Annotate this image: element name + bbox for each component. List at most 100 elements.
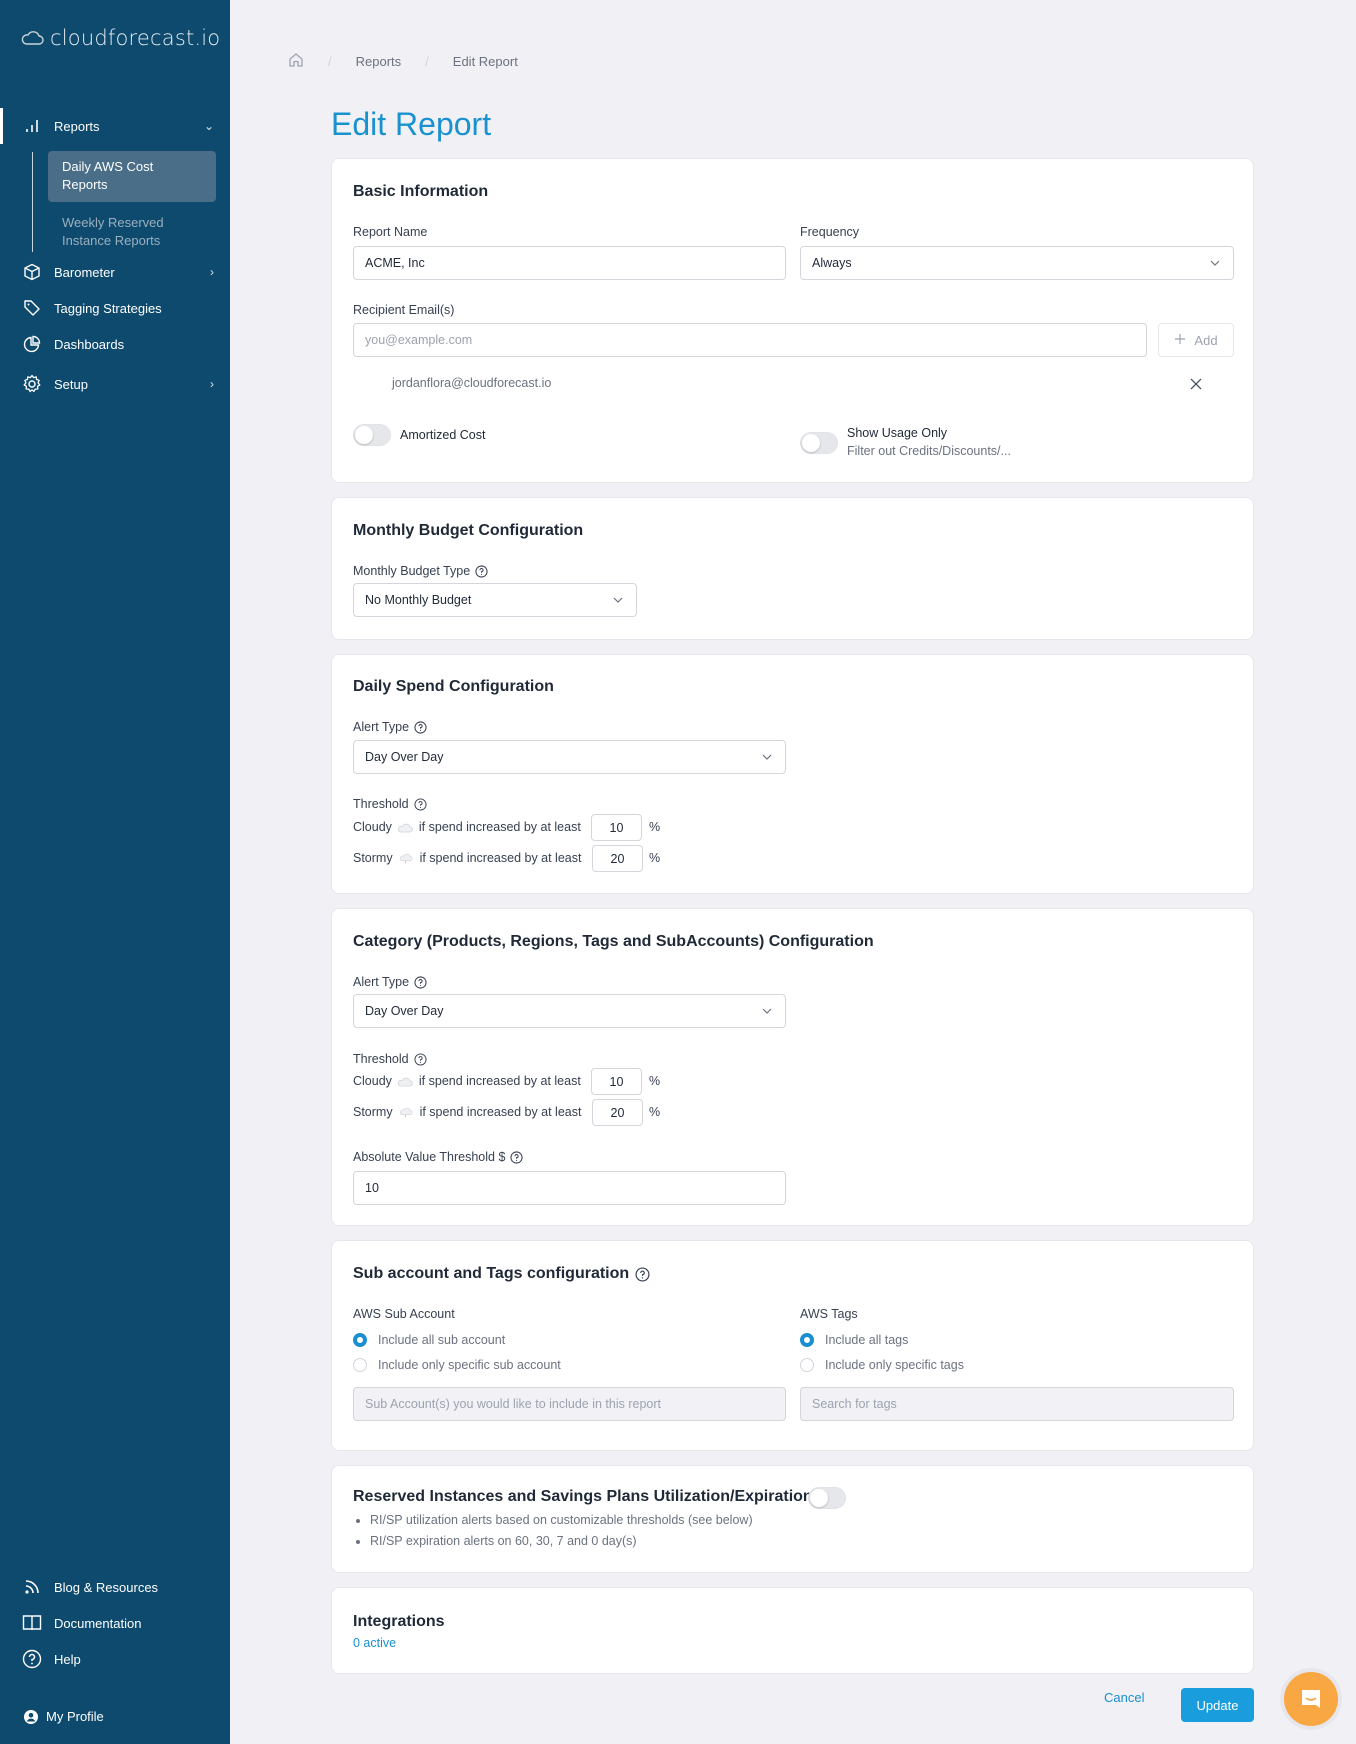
stormy-threshold-text: Stormy if spend increased by at least <box>353 1105 581 1119</box>
percent-unit: % <box>649 1105 661 1119</box>
card-title: Daily Spend Configuration <box>353 678 554 695</box>
alert-type-label: Alert Type <box>353 975 427 989</box>
radio-include-all-sub-account[interactable] <box>353 1333 367 1347</box>
label-text: Alert Type <box>353 975 410 989</box>
monthly-budget-type-select[interactable]: No Monthly Budget <box>353 583 637 617</box>
sidebar-subitem-daily-aws-cost-reports[interactable]: Daily AWS Cost Reports <box>48 151 216 202</box>
radio-label: Include all tags <box>825 1333 909 1347</box>
tag-icon <box>22 298 42 318</box>
sidebar-item-label: Dashboards <box>54 336 125 352</box>
amortized-cost-toggle[interactable] <box>353 424 391 446</box>
chevron-right-icon: › <box>210 265 214 279</box>
help-icon[interactable] <box>414 975 427 989</box>
add-recipient-button[interactable]: Add <box>1158 323 1234 357</box>
card-title: Sub account and Tags configuration <box>353 1265 650 1283</box>
submenu-line <box>32 152 33 252</box>
percent-unit: % <box>649 851 661 865</box>
category-configuration-card: Category (Products, Regions, Tags and Su… <box>331 908 1254 1226</box>
storm-cloud-icon <box>400 853 413 864</box>
amortized-cost-label: Amortized Cost <box>400 428 486 442</box>
label-text: Absolute Value Threshold $ <box>353 1150 506 1164</box>
sidebar-item-reports[interactable]: Reports ⌄ <box>0 110 230 142</box>
help-icon[interactable] <box>510 1150 524 1164</box>
home-icon[interactable] <box>288 52 304 71</box>
update-button[interactable]: Update <box>1181 1688 1254 1722</box>
label-text: Threshold <box>353 1052 409 1066</box>
cloudy-threshold-input[interactable]: 10 <box>591 1068 642 1095</box>
breadcrumb-reports[interactable]: Reports <box>356 54 402 69</box>
cloud-icon <box>398 1077 414 1087</box>
chat-icon <box>1302 1690 1320 1708</box>
help-icon[interactable] <box>635 1266 650 1282</box>
report-name-label: Report Name <box>353 225 428 239</box>
sidebar-item-label: Setup <box>54 376 88 392</box>
help-icon[interactable] <box>475 564 488 578</box>
title-text: Sub account and Tags configuration <box>353 1265 630 1282</box>
gear-icon <box>22 374 42 394</box>
label-text: Threshold <box>353 797 409 811</box>
show-usage-only-label: Show Usage Only <box>847 426 948 440</box>
card-title: Integrations <box>353 1613 445 1630</box>
radio-include-specific-tags[interactable] <box>800 1358 814 1372</box>
radio-include-all-tags[interactable] <box>800 1333 814 1347</box>
ri-sp-toggle[interactable] <box>808 1487 846 1509</box>
sidebar-item-barometer[interactable]: Barometer › <box>0 256 230 288</box>
aws-sub-account-label: AWS Sub Account <box>353 1307 455 1321</box>
monthly-budget-type-label: Monthly Budget Type <box>353 564 488 578</box>
stormy-label: Stormy <box>353 1105 393 1119</box>
alert-type-select[interactable]: Day Over Day <box>353 740 786 774</box>
sidebar-item-dashboards[interactable]: Dashboards <box>0 328 230 360</box>
monthly-budget-card: Monthly Budget Configuration Monthly Bud… <box>331 497 1254 640</box>
cloudy-threshold-input[interactable]: 10 <box>591 814 642 841</box>
sidebar-item-tagging-strategies[interactable]: Tagging Strategies <box>0 292 230 324</box>
logo[interactable]: cloudforecast.io <box>20 26 220 50</box>
sidebar-item-label: Blog & Resources <box>54 1579 159 1595</box>
condition-text: if spend increased by at least <box>418 820 581 834</box>
sub-account-search-input[interactable]: Sub Account(s) you would like to include… <box>353 1387 786 1421</box>
help-icon[interactable] <box>414 720 427 734</box>
sidebar-item-label: Tagging Strategies <box>54 300 162 316</box>
absolute-value-threshold-label: Absolute Value Threshold $ <box>353 1150 524 1164</box>
card-title: Category (Products, Regions, Tags and Su… <box>353 933 874 950</box>
ri-sp-card: Reserved Instances and Savings Plans Uti… <box>331 1465 1254 1573</box>
sidebar-item-help[interactable]: Help <box>0 1643 230 1675</box>
sidebar-item-setup[interactable]: Setup › <box>0 368 230 400</box>
cloud-icon <box>398 823 414 833</box>
absolute-value-threshold-input[interactable]: 10 <box>353 1171 786 1205</box>
category-alert-type-select[interactable]: Day Over Day <box>353 994 786 1028</box>
sidebar-subitem-weekly-ri-reports[interactable]: Weekly Reserved Instance Reports <box>48 207 216 257</box>
stormy-threshold-input[interactable]: 20 <box>592 1099 643 1126</box>
sidebar-item-documentation[interactable]: Documentation <box>0 1607 230 1639</box>
show-usage-only-toggle[interactable] <box>800 432 838 454</box>
recipient-emails-label: Recipient Email(s) <box>353 303 455 317</box>
integrations-card: Integrations 0 active <box>331 1587 1254 1674</box>
alert-type-value: Day Over Day <box>365 1004 444 1018</box>
sidebar-item-label: Help <box>54 1651 81 1667</box>
alert-type-value: Day Over Day <box>365 750 444 764</box>
recipient-email-input[interactable]: you@example.com <box>353 323 1147 357</box>
card-title: Reserved Instances and Savings Plans Uti… <box>353 1488 813 1505</box>
stormy-threshold-input[interactable]: 20 <box>592 845 643 872</box>
chevron-down-icon: ⌄ <box>203 119 214 133</box>
cancel-button[interactable]: Cancel <box>1104 1690 1144 1705</box>
remove-recipient-icon[interactable] <box>1190 377 1202 395</box>
my-profile-link[interactable]: My Profile <box>24 1709 104 1724</box>
integrations-active-link[interactable]: 0 active <box>353 1636 396 1650</box>
sidebar-item-blog-resources[interactable]: Blog & Resources <box>0 1571 230 1603</box>
help-icon[interactable] <box>414 797 427 811</box>
bar-chart-icon <box>22 116 42 136</box>
book-icon <box>22 1613 42 1633</box>
frequency-select[interactable]: Always <box>800 246 1234 280</box>
bullet-item: RI/SP expiration alerts on 60, 30, 7 and… <box>370 1531 753 1552</box>
cloudy-threshold-text: Cloudy if spend increased by at least <box>353 1074 581 1088</box>
condition-text: if spend increased by at least <box>419 851 582 865</box>
basic-information-card: Basic Information Report Name ACME, Inc … <box>331 158 1254 483</box>
tags-search-input[interactable]: Search for tags <box>800 1387 1234 1421</box>
report-name-input[interactable]: ACME, Inc <box>353 246 786 280</box>
radio-include-specific-sub-account[interactable] <box>353 1358 367 1372</box>
frequency-label: Frequency <box>800 225 860 239</box>
chat-widget-button[interactable] <box>1284 1672 1338 1726</box>
chevron-right-icon: › <box>210 377 214 391</box>
condition-text: if spend increased by at least <box>419 1105 582 1119</box>
help-icon[interactable] <box>414 1052 427 1066</box>
